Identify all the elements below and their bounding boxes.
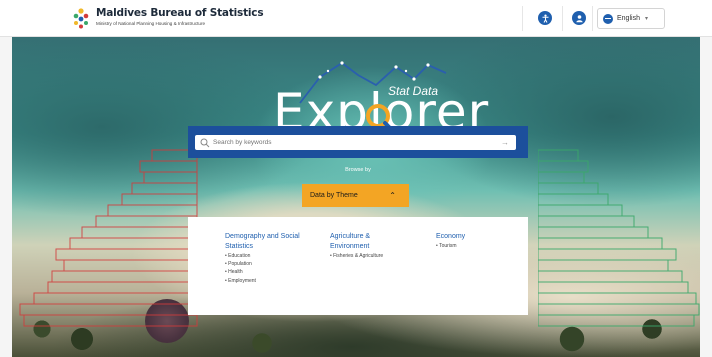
search-bar-container: → [188, 126, 528, 158]
theme-title-economy[interactable]: Economy [436, 232, 516, 242]
left-population-pyramid-graphic [19, 149, 198, 327]
arrow-right-icon[interactable]: → [501, 138, 509, 147]
header-divider [522, 6, 523, 31]
stat-data-tag: Stat Data [388, 84, 439, 98]
right-population-pyramid-graphic [538, 149, 700, 327]
top-header: Maldives Bureau of Statistics Ministry o… [0, 0, 712, 37]
theme-title-agriculture[interactable]: Agriculture & Environment [330, 232, 410, 252]
chevron-up-icon: ⌃ [389, 191, 396, 200]
theme-item-population[interactable]: • Population [225, 260, 323, 268]
language-label: English [617, 15, 640, 22]
browse-by-label: Browse by [345, 167, 371, 173]
theme-item-employment[interactable]: • Employment [225, 277, 323, 285]
chevron-down-icon: ▾ [644, 16, 648, 22]
data-by-theme-button[interactable]: Data by Theme ⌃ [302, 184, 409, 207]
theme-column: Agriculture & Environment • Fisheries & … [330, 232, 410, 260]
themes-panel: Demography and Social Statistics • Educa… [188, 217, 528, 315]
theme-item-fisheries[interactable]: • Fisheries & Agriculture [330, 252, 410, 260]
theme-title-demography[interactable]: Demography and Social Statistics [225, 232, 323, 252]
search-icon [200, 138, 210, 147]
search-input[interactable] [213, 139, 493, 146]
theme-item-tourism[interactable]: • Tourism [436, 242, 516, 250]
data-by-theme-label: Data by Theme [310, 192, 358, 199]
accessibility-icon[interactable] [538, 11, 552, 25]
language-selector[interactable]: English ▾ [597, 8, 665, 29]
header-divider [592, 6, 593, 31]
header-divider [562, 6, 563, 31]
search-box: → [195, 135, 516, 150]
site-subtitle: Ministry of National Planning Housing & … [96, 21, 206, 26]
theme-column: Economy • Tourism [436, 232, 516, 250]
globe-icon [603, 13, 613, 24]
mbs-logo[interactable] [72, 8, 90, 29]
theme-item-education[interactable]: • Education [225, 252, 323, 260]
site-title[interactable]: Maldives Bureau of Statistics [96, 7, 264, 19]
user-account-icon[interactable] [572, 11, 586, 25]
theme-item-health[interactable]: • Health [225, 268, 323, 276]
theme-column: Demography and Social Statistics • Educa… [225, 232, 323, 285]
